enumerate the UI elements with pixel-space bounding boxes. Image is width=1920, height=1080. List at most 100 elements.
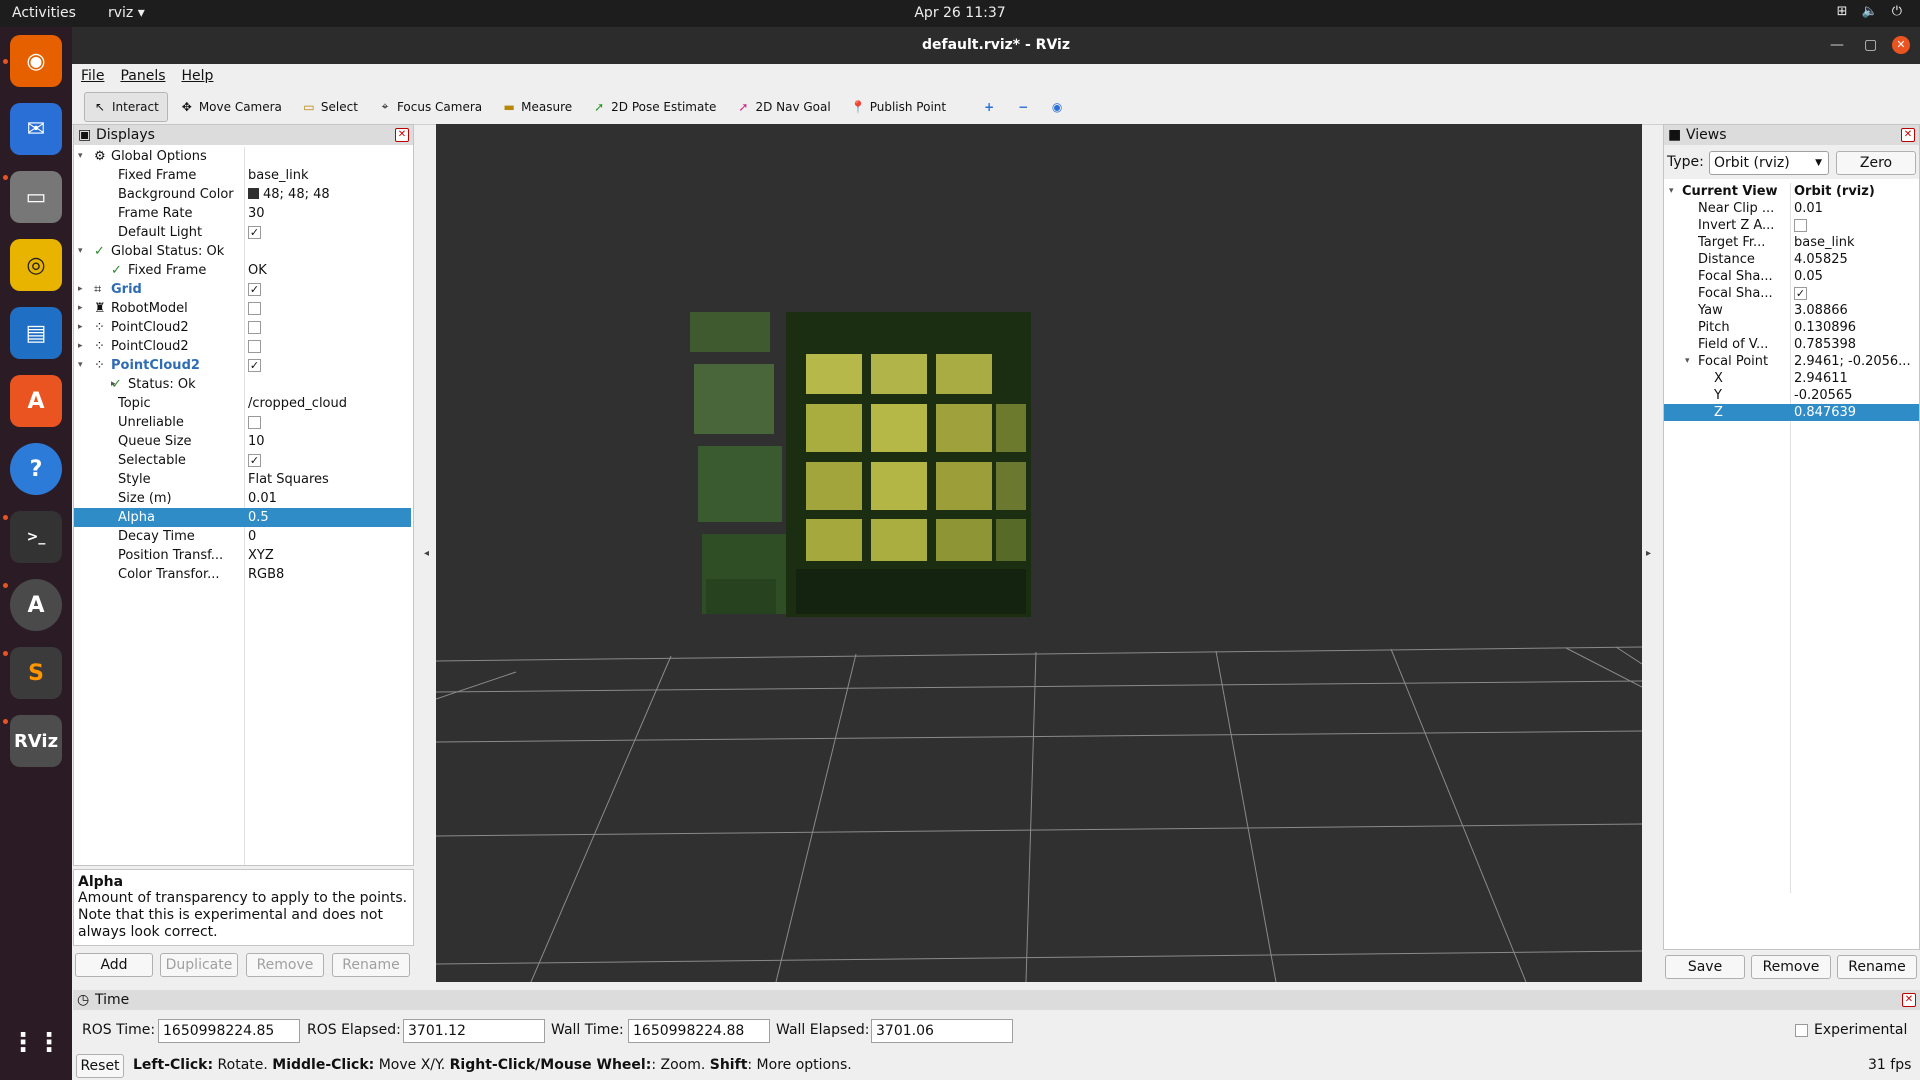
- display-tree-row[interactable]: Position Transf... XYZ: [74, 546, 411, 565]
- writer-icon[interactable]: ▤: [10, 307, 62, 359]
- view-property-value[interactable]: ✓: [1794, 285, 1916, 302]
- expand-arrow-icon[interactable]: ▾: [1669, 183, 1674, 200]
- display-tree-row[interactable]: Default Light ✓: [74, 223, 411, 242]
- app-menu[interactable]: rviz ▾: [108, 5, 145, 21]
- clock[interactable]: Apr 26 11:37: [0, 5, 1920, 21]
- 3d-scene[interactable]: [436, 124, 1642, 982]
- view-tree-row[interactable]: Focal Sha... ✓: [1664, 285, 1919, 302]
- display-tree-row[interactable]: Background Color 48; 48; 48: [74, 185, 411, 204]
- property-value[interactable]: ✓: [248, 223, 261, 242]
- expand-arrow-icon[interactable]: ▾: [78, 147, 83, 166]
- display-tree-row[interactable]: ▸ ⁘ PointCloud2: [74, 337, 411, 356]
- property-value[interactable]: [248, 413, 261, 432]
- property-value[interactable]: 0.01: [248, 489, 277, 508]
- property-value[interactable]: [248, 318, 261, 337]
- ros-time-field[interactable]: 1650998224.85: [158, 1019, 300, 1043]
- collapse-arrow-icon[interactable]: ▸: [78, 337, 83, 356]
- add-display-button[interactable]: Add: [75, 953, 153, 977]
- sublime-text-icon[interactable]: S: [10, 647, 62, 699]
- rviz-icon[interactable]: RViz: [10, 715, 62, 767]
- firefox-icon[interactable]: ◉: [10, 35, 62, 87]
- display-tree-row[interactable]: Alpha 0.5: [74, 508, 411, 527]
- remove-display-button[interactable]: Remove: [246, 953, 324, 977]
- view-property-value[interactable]: 4.05825: [1794, 251, 1916, 268]
- display-tree-row[interactable]: Decay Time 0: [74, 527, 411, 546]
- property-value[interactable]: 10: [248, 432, 265, 451]
- checkbox[interactable]: [248, 340, 261, 353]
- updater-icon[interactable]: A: [10, 579, 62, 631]
- minimize-icon[interactable]: —: [1830, 27, 1844, 64]
- expand-arrow-icon[interactable]: ▾: [1685, 353, 1690, 370]
- view-tree-row[interactable]: Yaw 3.08866: [1664, 302, 1919, 319]
- checkbox[interactable]: ✓: [248, 454, 261, 467]
- view-property-value[interactable]: 0.785398: [1794, 336, 1916, 353]
- pose-estimate-tool-button[interactable]: ➚ 2D Pose Estimate: [584, 92, 724, 122]
- close-panel-icon[interactable]: ✕: [395, 128, 409, 142]
- property-value[interactable]: XYZ: [248, 546, 274, 565]
- collapse-arrow-icon[interactable]: ▸: [78, 318, 83, 337]
- terminal-icon[interactable]: >_: [10, 511, 62, 563]
- display-tree-row[interactable]: ▸ ⌗ Grid ✓: [74, 280, 411, 299]
- rhythmbox-icon[interactable]: ◎: [10, 239, 62, 291]
- thunderbird-icon[interactable]: ✉: [10, 103, 62, 155]
- add-tool-button[interactable]: +: [974, 92, 1004, 122]
- collapse-left-icon[interactable]: ◂: [424, 548, 429, 559]
- checkbox[interactable]: ✓: [1794, 287, 1807, 300]
- view-tree-row[interactable]: Near Clip ... 0.01: [1664, 200, 1919, 217]
- property-value[interactable]: OK: [248, 261, 267, 280]
- view-property-value[interactable]: 0.05: [1794, 268, 1916, 285]
- view-property-value[interactable]: 0.130896: [1794, 319, 1916, 336]
- view-tree-row[interactable]: Y -0.20565: [1664, 387, 1919, 404]
- view-type-select[interactable]: Orbit (rviz) ▼: [1709, 151, 1829, 175]
- display-tree-row[interactable]: Topic/cropped_cloud: [74, 394, 411, 413]
- property-value[interactable]: 48; 48; 48: [248, 185, 330, 204]
- property-value[interactable]: Flat Squares: [248, 470, 329, 489]
- duplicate-display-button[interactable]: Duplicate: [160, 953, 238, 977]
- close-panel-icon[interactable]: ✕: [1901, 128, 1915, 142]
- zero-button[interactable]: Zero: [1836, 151, 1916, 175]
- display-tree-row[interactable]: Frame Rate 30: [74, 204, 411, 223]
- property-value[interactable]: [248, 299, 261, 318]
- collapse-right-icon[interactable]: ▸: [1646, 548, 1651, 559]
- checkbox[interactable]: [1794, 219, 1807, 232]
- checkbox[interactable]: ✓: [248, 226, 261, 239]
- view-tree-row[interactable]: Focal Sha... 0.05: [1664, 268, 1919, 285]
- collapse-arrow-icon[interactable]: ▸: [78, 280, 83, 299]
- tool-properties-button[interactable]: ◉: [1042, 92, 1072, 122]
- display-tree-row[interactable]: ✓ Fixed Frame OK: [74, 261, 411, 280]
- checkbox[interactable]: ✓: [248, 359, 261, 372]
- wall-time-field[interactable]: 1650998224.88: [628, 1019, 770, 1043]
- display-tree-row[interactable]: ▾ ✓ Global Status: Ok: [74, 242, 411, 261]
- help-icon[interactable]: ?: [10, 443, 62, 495]
- view-property-value[interactable]: [1794, 217, 1916, 234]
- measure-tool-button[interactable]: ▬ Measure: [494, 92, 580, 122]
- maximize-icon[interactable]: ▢: [1864, 27, 1877, 64]
- rename-view-button[interactable]: Rename: [1837, 955, 1917, 979]
- checkbox[interactable]: [248, 416, 261, 429]
- display-tree-row[interactable]: ▾ ⁘ PointCloud2 ✓: [74, 356, 411, 375]
- display-tree-row[interactable]: Style Flat Squares: [74, 470, 411, 489]
- view-property-value[interactable]: -0.20565: [1794, 387, 1916, 404]
- select-tool-button[interactable]: ▭ Select: [294, 92, 366, 122]
- activities-button[interactable]: Activities: [12, 5, 76, 21]
- view-property-value[interactable]: 2.94611: [1794, 370, 1916, 387]
- interact-tool-button[interactable]: ↖ Interact: [84, 91, 168, 122]
- property-value[interactable]: 0.5: [248, 508, 269, 527]
- view-tree-row[interactable]: Field of V... 0.785398: [1664, 336, 1919, 353]
- rename-display-button[interactable]: Rename: [332, 953, 410, 977]
- move-camera-tool-button[interactable]: ✥ Move Camera: [172, 92, 290, 122]
- view-tree-row[interactable]: Distance 4.05825: [1664, 251, 1919, 268]
- view-property-value[interactable]: 0.01: [1794, 200, 1916, 217]
- display-tree-row[interactable]: ▸ ♜ RobotModel: [74, 299, 411, 318]
- focus-camera-tool-button[interactable]: ⌖ Focus Camera: [370, 92, 490, 122]
- display-tree-row[interactable]: Queue Size 10: [74, 432, 411, 451]
- menu-help[interactable]: Help: [182, 64, 214, 89]
- software-center-icon[interactable]: A: [10, 375, 62, 427]
- view-tree-row[interactable]: ▾ Focal Point 2.9461; -0.2056...: [1664, 353, 1919, 370]
- display-tree-row[interactable]: ▸ ⁘ PointCloud2: [74, 318, 411, 337]
- view-property-value[interactable]: 2.9461; -0.2056...: [1794, 353, 1916, 370]
- property-value[interactable]: ✓: [248, 356, 261, 375]
- wall-elapsed-field[interactable]: 3701.06: [871, 1019, 1013, 1043]
- remove-view-button[interactable]: Remove: [1751, 955, 1831, 979]
- view-tree-row[interactable]: Pitch 0.130896: [1664, 319, 1919, 336]
